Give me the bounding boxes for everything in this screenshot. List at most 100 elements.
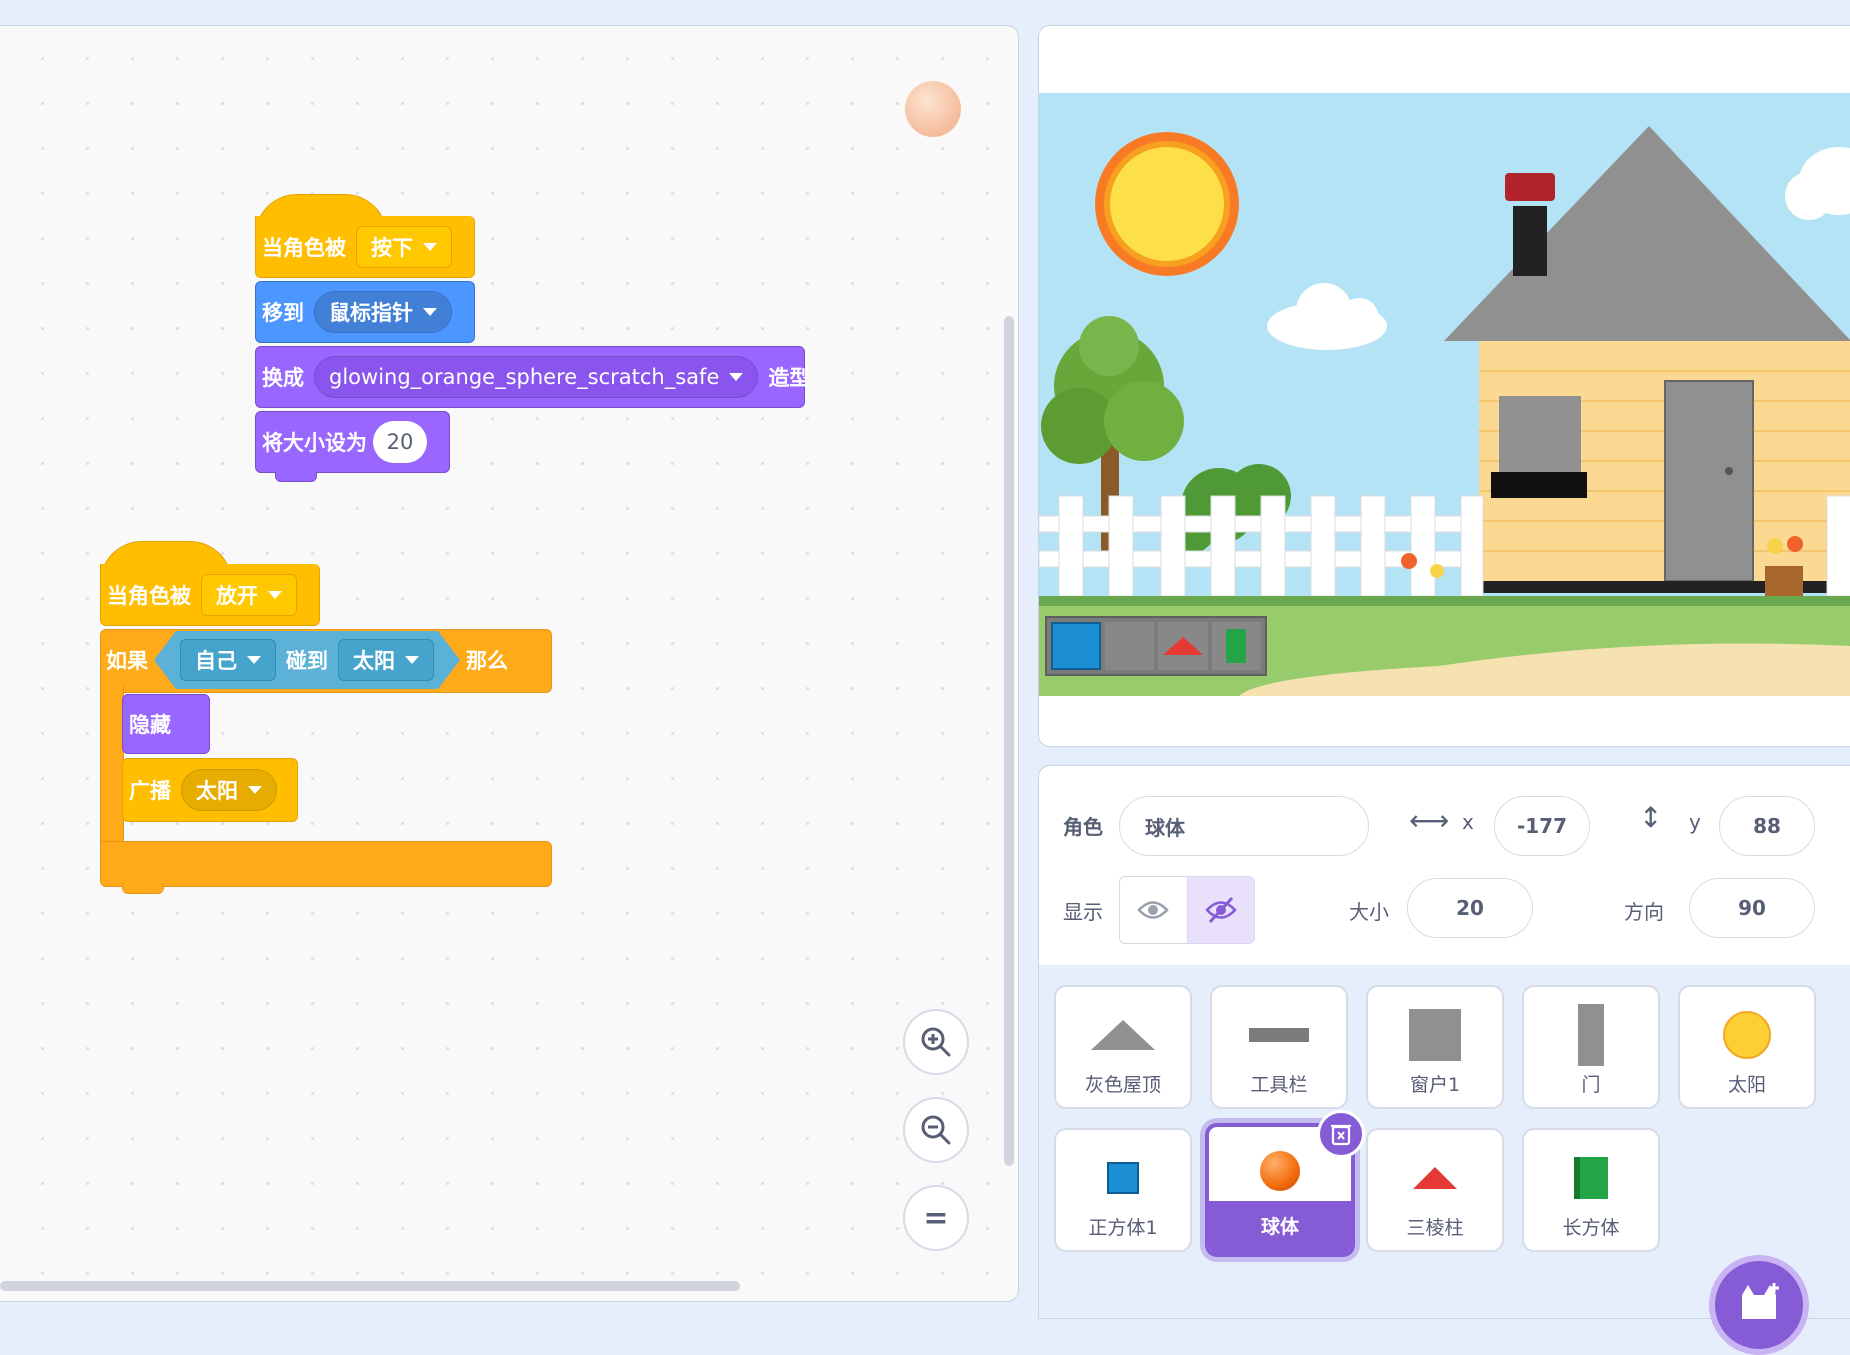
sprite-name: 三棱柱 [1406, 1217, 1464, 1239]
eye-icon [1137, 901, 1169, 919]
y-arrows-icon: ↕ [1639, 801, 1663, 834]
sphere-icon [1250, 1141, 1310, 1201]
self-dropdown[interactable]: 自己 [180, 639, 276, 681]
zoom-in-icon [921, 1027, 951, 1057]
x-label: x [1462, 810, 1474, 834]
x-arrows-icon: ⟷ [1409, 804, 1450, 837]
door-icon [1561, 1004, 1621, 1066]
zoom-in-button[interactable] [903, 1009, 969, 1075]
block-notch [275, 471, 317, 482]
sprite-tile-prism[interactable]: 三棱柱 [1366, 1128, 1504, 1252]
chevron-down-icon [247, 656, 261, 664]
y-input[interactable]: 88 [1719, 796, 1815, 856]
block-label: 将大小设为 [262, 431, 367, 455]
hide-button[interactable] [1187, 877, 1254, 943]
if-row: 如果 自己 碰到 太阳 那么 [100, 629, 514, 691]
sprite-tile-door[interactable]: 门 [1522, 985, 1660, 1109]
block-label: 那么 [466, 649, 508, 673]
toolbar-icon [1249, 1005, 1309, 1065]
size-input[interactable]: 20 [373, 421, 427, 463]
block-label: 当角色被 [107, 583, 191, 608]
block-label: 碰到 [286, 649, 328, 673]
goto-target-dropdown[interactable]: 鼠标指针 [314, 291, 452, 333]
block-label: 移到 [262, 301, 304, 325]
sprite-name: 门 [1581, 1074, 1601, 1096]
zoom-reset-icon: = [923, 1200, 949, 1236]
touch-target-dropdown[interactable]: 太阳 [338, 639, 434, 681]
when-option-dropdown[interactable]: 按下 [356, 225, 452, 268]
when-sprite-clicked-block[interactable]: 当角色被 按下 [255, 216, 475, 278]
sprite-label: 角色 [1063, 815, 1103, 839]
when-option-dropdown[interactable]: 放开 [201, 573, 297, 616]
sprite-tile-cube1[interactable]: 正方体1 [1054, 1128, 1192, 1252]
chevron-down-icon [729, 373, 744, 381]
trash-icon [1331, 1124, 1351, 1146]
if-block-side [100, 686, 124, 846]
switch-costume-block[interactable]: 换成 glowing_orange_sphere_scratch_safe 造型 [255, 346, 810, 408]
chevron-down-icon [423, 308, 437, 316]
block-label: 造型 [768, 366, 811, 390]
visibility-toggle [1119, 876, 1255, 944]
sprite-name: 窗户1 [1409, 1074, 1461, 1096]
cat-plus-icon [1742, 1283, 1779, 1319]
sprite-name-input[interactable]: 球体 [1119, 796, 1369, 856]
sun-sprite[interactable] [1095, 132, 1239, 276]
sprite-name: 球体 [1260, 1216, 1299, 1238]
window-icon [1405, 1005, 1465, 1065]
window-sprite[interactable] [1499, 396, 1581, 482]
sprite-name: 正方体1 [1088, 1217, 1158, 1239]
sprite-name: 工具栏 [1250, 1074, 1308, 1096]
block-label: 如果 [106, 649, 148, 673]
sprite-list: 灰色屋顶 工具栏 窗户1 门 太阳 正方体1 球体 三棱柱 长方体 [1038, 965, 1850, 1355]
vertical-scrollbar[interactable] [1004, 316, 1014, 1166]
chimney [1513, 206, 1547, 276]
gray-square-icon [1104, 622, 1155, 670]
size-input[interactable]: 20 [1407, 878, 1533, 938]
show-button[interactable] [1120, 877, 1188, 943]
sprite-tile-gray-roof[interactable]: 灰色屋顶 [1054, 985, 1192, 1109]
sprite-name: 太阳 [1727, 1074, 1766, 1096]
sprite-tile-sun[interactable]: 太阳 [1678, 985, 1816, 1109]
stage-toolbar-sprite[interactable] [1045, 616, 1267, 676]
code-area[interactable]: 当角色被 按下 移到 鼠标指针 换成 glowing_orange_sphere… [0, 25, 1019, 1302]
zoom-out-button[interactable] [903, 1097, 969, 1163]
block-label: 广播 [129, 779, 171, 803]
hide-block[interactable]: 隐藏 [122, 694, 210, 754]
roof-icon [1091, 1005, 1155, 1065]
sprite-tile-toolbar[interactable]: 工具栏 [1210, 985, 1348, 1109]
delete-sprite-button[interactable] [1317, 1110, 1365, 1158]
if-block-bottom [100, 841, 552, 887]
sprite-name: 灰色屋顶 [1084, 1074, 1161, 1096]
block-label: 当角色被 [262, 235, 346, 260]
horizontal-scrollbar[interactable] [0, 1281, 740, 1291]
sprite-info-panel: 角色 球体 ⟷ x -177 ↕ y 88 显示 大小 20 方向 90 [1038, 765, 1850, 967]
zoom-reset-button[interactable]: = [903, 1185, 969, 1251]
y-label: y [1689, 810, 1701, 834]
eye-slash-icon [1205, 896, 1237, 924]
block-label: 换成 [262, 366, 304, 390]
prism-icon [1405, 1148, 1465, 1208]
block-label: 隐藏 [129, 713, 171, 737]
sprite-name: 长方体 [1562, 1217, 1620, 1239]
costume-dropdown[interactable]: glowing_orange_sphere_scratch_safe [314, 356, 759, 398]
stage[interactable] [1038, 25, 1850, 747]
sun-icon [1717, 1005, 1777, 1065]
chevron-down-icon [405, 656, 419, 664]
size-label: 大小 [1349, 900, 1389, 924]
direction-input[interactable]: 90 [1689, 878, 1815, 938]
green-cuboid-icon [1211, 622, 1261, 670]
direction-label: 方向 [1624, 900, 1664, 924]
broadcast-block[interactable]: 广播 太阳 [122, 758, 298, 822]
when-sprite-released-block[interactable]: 当角色被 放开 [100, 564, 320, 626]
goto-block[interactable]: 移到 鼠标指针 [255, 281, 475, 343]
cuboid-icon [1561, 1148, 1621, 1208]
block-notch [122, 883, 164, 894]
sprite-tile-window1[interactable]: 窗户1 [1366, 985, 1504, 1109]
broadcast-message-dropdown[interactable]: 太阳 [181, 769, 277, 811]
sprite-tile-cuboid[interactable]: 长方体 [1522, 1128, 1660, 1252]
door-sprite[interactable] [1664, 380, 1754, 582]
touching-condition[interactable]: 自己 碰到 太阳 [154, 631, 460, 689]
x-input[interactable]: -177 [1494, 796, 1590, 856]
set-size-block[interactable]: 将大小设为 20 [255, 411, 450, 473]
add-sprite-button[interactable] [1709, 1255, 1809, 1355]
